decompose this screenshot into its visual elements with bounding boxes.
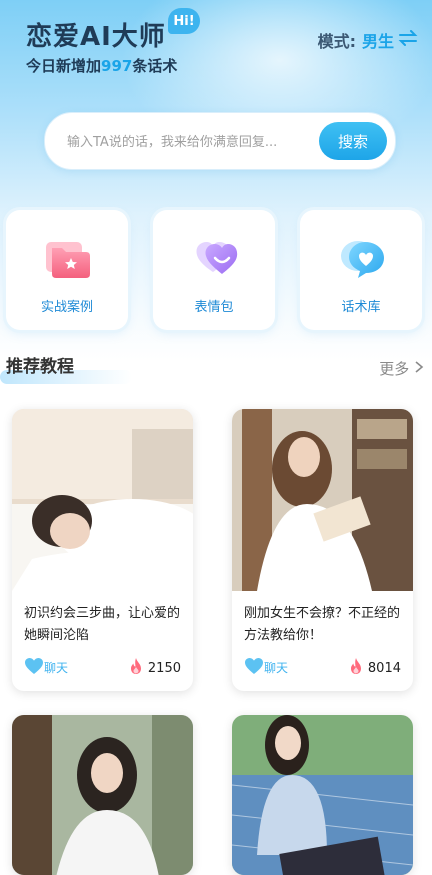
feature-label: 表情包 [194, 300, 234, 315]
daily-new-count: 今日新增加997条话术 [26, 55, 177, 76]
hot-count: 2150 [128, 657, 181, 679]
subtitle-count: 997 [101, 57, 133, 75]
tutorial-image [232, 409, 413, 591]
tutorial-image [12, 409, 193, 591]
chat-tag-label: 聊天 [264, 661, 289, 675]
feature-label: 实战案例 [40, 300, 93, 315]
tutorial-image [12, 715, 193, 875]
heart-icon [244, 657, 264, 678]
app-title: 恋爱AI大师 [26, 22, 166, 52]
feature-card-cases[interactable]: 实战案例 [6, 210, 128, 330]
heart-icon [24, 657, 44, 678]
search-input[interactable] [65, 129, 319, 155]
search-bar: 搜索 [44, 112, 396, 170]
chat-tag[interactable]: 聊天 [24, 657, 68, 678]
feature-label: 话术库 [341, 300, 381, 315]
feature-card-stickers[interactable]: 表情包 [153, 210, 275, 330]
hot-count-value: 8014 [367, 660, 401, 676]
heart-smile-icon [191, 236, 239, 280]
tutorial-image [232, 715, 413, 875]
chat-tag[interactable]: 聊天 [244, 657, 288, 678]
tutorial-title: 初识约会三步曲，让心爱的她瞬间沦陷 [24, 606, 181, 643]
tutorial-card[interactable]: 刚加女生不会撩？不正经的方法教给你！ 聊天 8014 [232, 409, 413, 691]
swap-icon[interactable] [398, 29, 418, 51]
more-link[interactable]: 更多 [379, 358, 424, 379]
search-button[interactable]: 搜索 [319, 122, 387, 160]
mode-label: 模式: [317, 32, 356, 51]
tutorial-card[interactable]: 初识约会三步曲，让心爱的她瞬间沦陷 聊天 2150 [12, 409, 193, 691]
fire-icon [348, 657, 364, 679]
hi-badge: Hi! [168, 8, 200, 34]
more-label: 更多 [379, 360, 410, 378]
subtitle-prefix: 今日新增加 [26, 57, 102, 75]
chevron-right-icon [414, 360, 424, 378]
feature-card-scripts[interactable]: 话术库 [300, 210, 422, 330]
chat-tag-label: 聊天 [44, 661, 69, 675]
tutorial-title: 刚加女生不会撩？不正经的方法教给你！ [244, 606, 401, 643]
folder-star-icon [44, 236, 92, 280]
fire-icon [128, 657, 144, 679]
section-title: 推荐教程 [6, 357, 74, 377]
mode-value: 男生 [361, 32, 394, 51]
mode-switch[interactable]: 模式: 男生 [318, 28, 418, 52]
tutorial-card[interactable] [12, 715, 193, 875]
hot-count-value: 2150 [147, 660, 181, 676]
chat-heart-icon [338, 236, 386, 280]
tutorial-card[interactable] [232, 715, 413, 875]
subtitle-suffix: 条话术 [132, 57, 178, 75]
hot-count: 8014 [348, 657, 401, 679]
